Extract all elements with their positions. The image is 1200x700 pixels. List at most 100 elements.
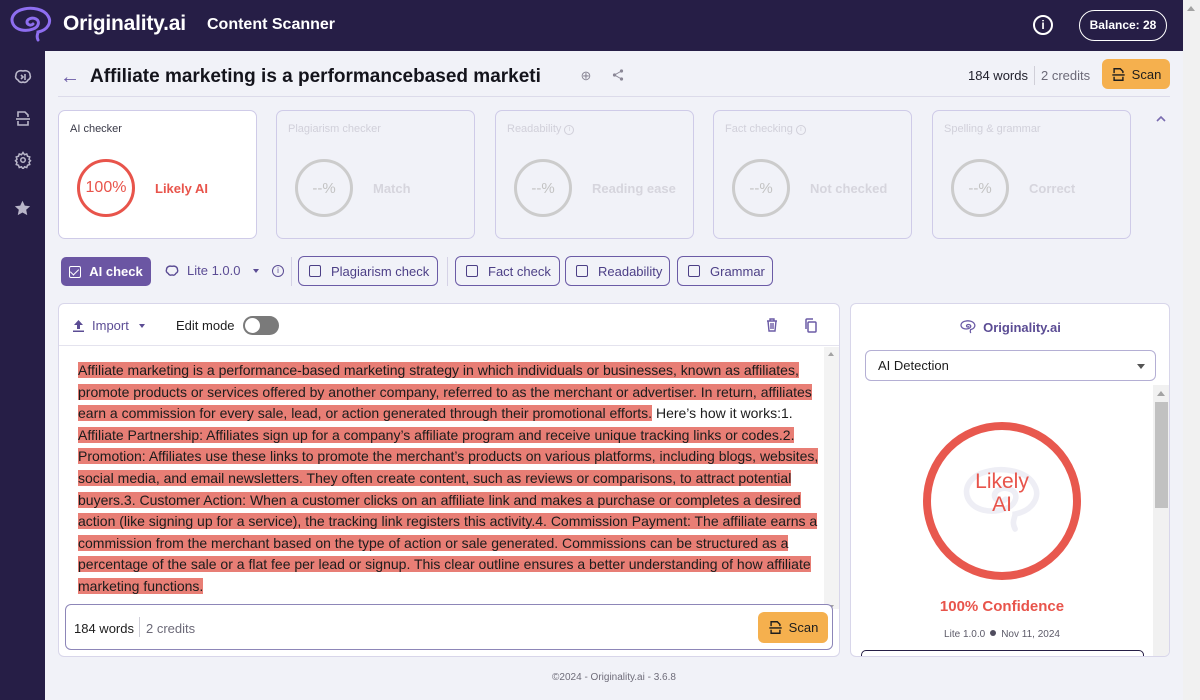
results-scrollbar[interactable] xyxy=(1153,385,1169,656)
score-value: --% xyxy=(531,179,555,197)
text-segment: Here’s how it works:1. xyxy=(652,405,793,422)
brain-logo-icon xyxy=(960,320,976,334)
balance-badge[interactable]: Balance: 28 xyxy=(1079,10,1167,41)
fact-check-toggle[interactable]: Fact check xyxy=(455,256,560,286)
score-value: --% xyxy=(749,179,773,197)
info-icon[interactable]: i xyxy=(795,125,806,135)
footer-text: ©2024 - Originality.ai - 3.6.8 xyxy=(552,672,676,683)
info-icon[interactable]: i xyxy=(272,265,284,277)
verdict-text: Likely AI xyxy=(931,470,1073,516)
top-bar: Originality.ai Content Scanner i Balance… xyxy=(0,0,1183,51)
results-brand-name: Originality.ai xyxy=(983,320,1061,335)
detection-mode-label: AI Detection xyxy=(878,358,949,373)
card-plagiarism-checker[interactable]: Plagiarism checker --% Match xyxy=(276,110,475,239)
credit-count: 2 credits xyxy=(1041,68,1091,83)
verdict-ring: Likely AI xyxy=(923,422,1081,580)
page-scrollbar[interactable] xyxy=(1183,0,1200,700)
readability-toggle[interactable]: Readability xyxy=(565,256,670,286)
score-ring: 100% xyxy=(77,159,135,217)
option-label: Grammar xyxy=(710,263,765,279)
scan-icon xyxy=(768,621,782,634)
card-label: AI checker xyxy=(70,123,122,135)
verdict-line-2: AI xyxy=(992,493,1012,516)
checkbox-icon xyxy=(466,265,478,277)
scroll-up-arrow-icon[interactable] xyxy=(1187,6,1195,11)
sidebar-item-ai-checker[interactable] xyxy=(12,66,33,87)
sidebar xyxy=(0,51,45,700)
scan-button[interactable]: Scan xyxy=(758,612,828,643)
header-divider xyxy=(58,96,1170,97)
scroll-up-arrow-icon[interactable] xyxy=(1157,391,1165,396)
grammar-toggle[interactable]: Grammar xyxy=(677,256,773,286)
divider xyxy=(447,257,448,286)
sidebar-item-favorites[interactable] xyxy=(12,197,33,218)
caret-down-icon xyxy=(252,268,259,273)
option-label: Fact check xyxy=(488,263,551,279)
app-title: Content Scanner xyxy=(207,16,336,33)
share-icon[interactable] xyxy=(611,69,625,83)
import-button[interactable]: Import xyxy=(73,318,145,333)
info-icon[interactable]: i xyxy=(564,125,575,135)
star-icon xyxy=(14,200,31,215)
toggle-knob xyxy=(245,318,260,333)
model-select[interactable]: Lite 1.0.0 xyxy=(165,263,259,278)
score-value: --% xyxy=(968,179,992,197)
back-arrow-icon[interactable]: ← xyxy=(60,67,80,87)
sidebar-item-settings[interactable] xyxy=(12,149,33,170)
editor-content[interactable]: Affiliate marketing is a performance-bas… xyxy=(78,360,823,598)
sidebar-item-scan[interactable] xyxy=(12,108,33,129)
scroll-up-arrow-icon[interactable] xyxy=(828,352,834,356)
card-ai-checker[interactable]: AI checker 100% Likely AI xyxy=(58,110,257,239)
copy-icon[interactable] xyxy=(804,318,818,333)
upload-icon xyxy=(73,319,84,332)
score-value: --% xyxy=(312,179,336,197)
card-readability[interactable]: Readability i --% Reading ease xyxy=(495,110,694,239)
score-ring: --% xyxy=(514,159,572,217)
edit-mode-toggle[interactable] xyxy=(243,316,279,335)
model-label: Lite 1.0.0 xyxy=(187,263,241,278)
ai-check-toggle[interactable]: AI check xyxy=(61,257,151,286)
detection-mode-select[interactable]: AI Detection xyxy=(865,350,1156,381)
model-version: Lite 1.0.0 xyxy=(944,629,986,640)
checkbox-icon xyxy=(688,265,700,277)
scan-label: Scan xyxy=(788,620,819,635)
card-label: Fact checking xyxy=(725,123,793,135)
card-label: Spelling & grammar xyxy=(944,123,1041,135)
card-status: Not checked xyxy=(810,181,888,196)
ai-check-label: AI check xyxy=(89,264,143,279)
card-label: Readability xyxy=(507,123,562,135)
brand-name[interactable]: Originality.ai xyxy=(63,12,186,36)
results-detail-box xyxy=(861,650,1144,656)
brain-logo-icon xyxy=(10,6,52,42)
plagiarism-check-toggle[interactable]: Plagiarism check xyxy=(298,256,438,286)
editor-toolbar: Import Edit mode xyxy=(59,304,839,346)
checkbox-checked-icon xyxy=(69,265,82,278)
scan-icon xyxy=(1111,67,1125,81)
score-ring: --% xyxy=(295,159,353,217)
document-title: Affiliate marketing is a performancebase… xyxy=(90,66,541,87)
results-brand: Originality.ai xyxy=(851,320,1169,335)
info-icon[interactable]: i xyxy=(1033,15,1053,35)
card-fact-checking[interactable]: Fact checking i --% Not checked xyxy=(713,110,912,239)
card-status: Likely AI xyxy=(155,181,208,196)
credit-count: 2 credits xyxy=(146,621,196,636)
editor-scrollbar[interactable] xyxy=(824,347,839,609)
card-spelling-grammar[interactable]: Spelling & grammar --% Correct xyxy=(932,110,1131,239)
chevron-up-icon[interactable] xyxy=(1155,112,1167,124)
brain-icon xyxy=(165,264,179,276)
trash-icon[interactable] xyxy=(766,318,780,332)
score-ring: --% xyxy=(732,159,790,217)
text-editor: Import Edit mode Affiliate marketing is … xyxy=(58,303,840,657)
scan-button[interactable]: Scan xyxy=(1102,59,1170,89)
score-ring: --% xyxy=(951,159,1009,217)
add-circle-icon[interactable]: ⊕ xyxy=(579,69,593,83)
editor-footer: 184 words 2 credits Scan xyxy=(65,604,833,650)
scrollbar-thumb[interactable] xyxy=(1155,402,1168,508)
caret-down-icon xyxy=(1137,364,1145,369)
scan-label: Scan xyxy=(1131,66,1162,82)
divider xyxy=(291,257,292,286)
edit-mode-label: Edit mode xyxy=(176,318,235,333)
results-panel: Originality.ai AI Detection Likely AI 10… xyxy=(850,303,1170,657)
caret-down-icon xyxy=(138,323,145,328)
option-label: Readability xyxy=(598,263,663,279)
